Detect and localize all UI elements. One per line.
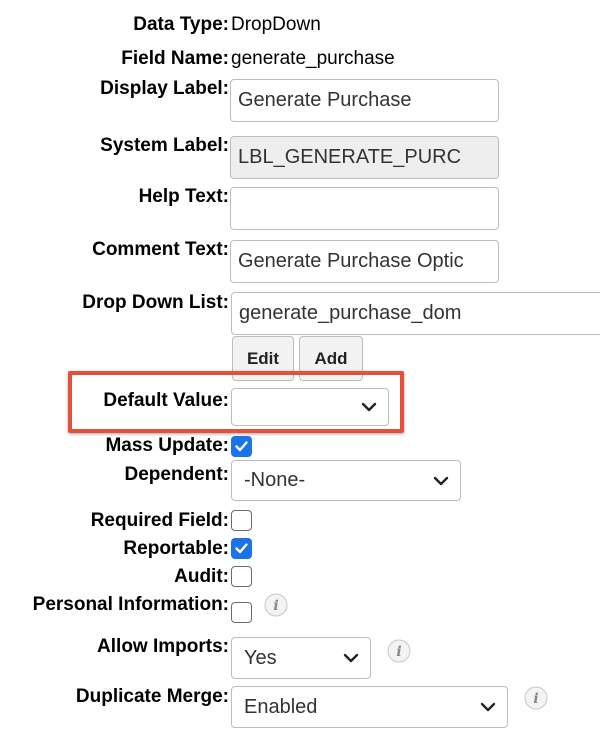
- duplicate-merge-selected: Enabled: [244, 696, 318, 718]
- allow-imports-select[interactable]: Yes: [231, 637, 371, 679]
- display-label-label: Display Label:: [100, 78, 229, 99]
- chevron-down-icon: [343, 653, 359, 663]
- audit-label: Audit:: [174, 566, 229, 587]
- info-icon[interactable]: i: [387, 639, 411, 663]
- required-field-checkbox[interactable]: [231, 510, 252, 531]
- personal-information-checkbox[interactable]: [231, 602, 252, 623]
- field-name-value: generate_purchase: [231, 48, 395, 69]
- dependent-select[interactable]: -None-: [231, 460, 461, 501]
- duplicate-merge-label: Duplicate Merge:: [75, 686, 229, 707]
- audit-checkbox[interactable]: [231, 566, 252, 587]
- drop-down-list-input[interactable]: generate_purchase_dom: [231, 292, 600, 335]
- display-label-input[interactable]: Generate Purchase: [230, 79, 499, 122]
- chevron-down-icon: [480, 702, 496, 712]
- dependent-selected: -None-: [244, 469, 306, 491]
- personal-information-label: Personal Information:: [32, 594, 229, 615]
- svg-text:i: i: [396, 644, 401, 660]
- info-icon[interactable]: i: [524, 686, 548, 710]
- svg-text:i: i: [533, 691, 538, 707]
- comment-text-label: Comment Text:: [92, 239, 229, 260]
- help-text-label: Help Text:: [138, 186, 229, 207]
- svg-text:i: i: [273, 598, 278, 614]
- help-text-input[interactable]: [230, 187, 499, 230]
- duplicate-merge-select[interactable]: Enabled: [231, 686, 508, 728]
- mass-update-label: Mass Update:: [105, 435, 229, 456]
- drop-down-list-label: Drop Down List:: [82, 292, 229, 313]
- allow-imports-label: Allow Imports:: [97, 636, 229, 657]
- checkmark-icon: [235, 543, 248, 554]
- checkmark-icon: [235, 441, 248, 452]
- allow-imports-selected: Yes: [244, 647, 277, 669]
- field-properties-form: Data Type: DropDown Field Name: generate…: [0, 0, 600, 748]
- data-type-value: DropDown: [231, 14, 321, 35]
- mass-update-checkbox[interactable]: [231, 436, 252, 457]
- system-label-label: System Label:: [100, 135, 229, 156]
- data-type-label: Data Type:: [133, 14, 229, 35]
- reportable-checkbox[interactable]: [231, 538, 252, 559]
- info-icon[interactable]: i: [264, 593, 288, 617]
- system-label-input: LBL_GENERATE_PURC: [230, 136, 499, 179]
- chevron-down-icon: [433, 476, 449, 485]
- comment-text-input[interactable]: Generate Purchase Optic: [230, 240, 499, 283]
- required-field-label: Required Field:: [90, 510, 229, 531]
- default-value-highlight: [68, 371, 404, 433]
- dependent-label: Dependent:: [124, 464, 230, 485]
- reportable-label: Reportable:: [123, 538, 229, 559]
- field-name-label: Field Name:: [121, 48, 229, 69]
